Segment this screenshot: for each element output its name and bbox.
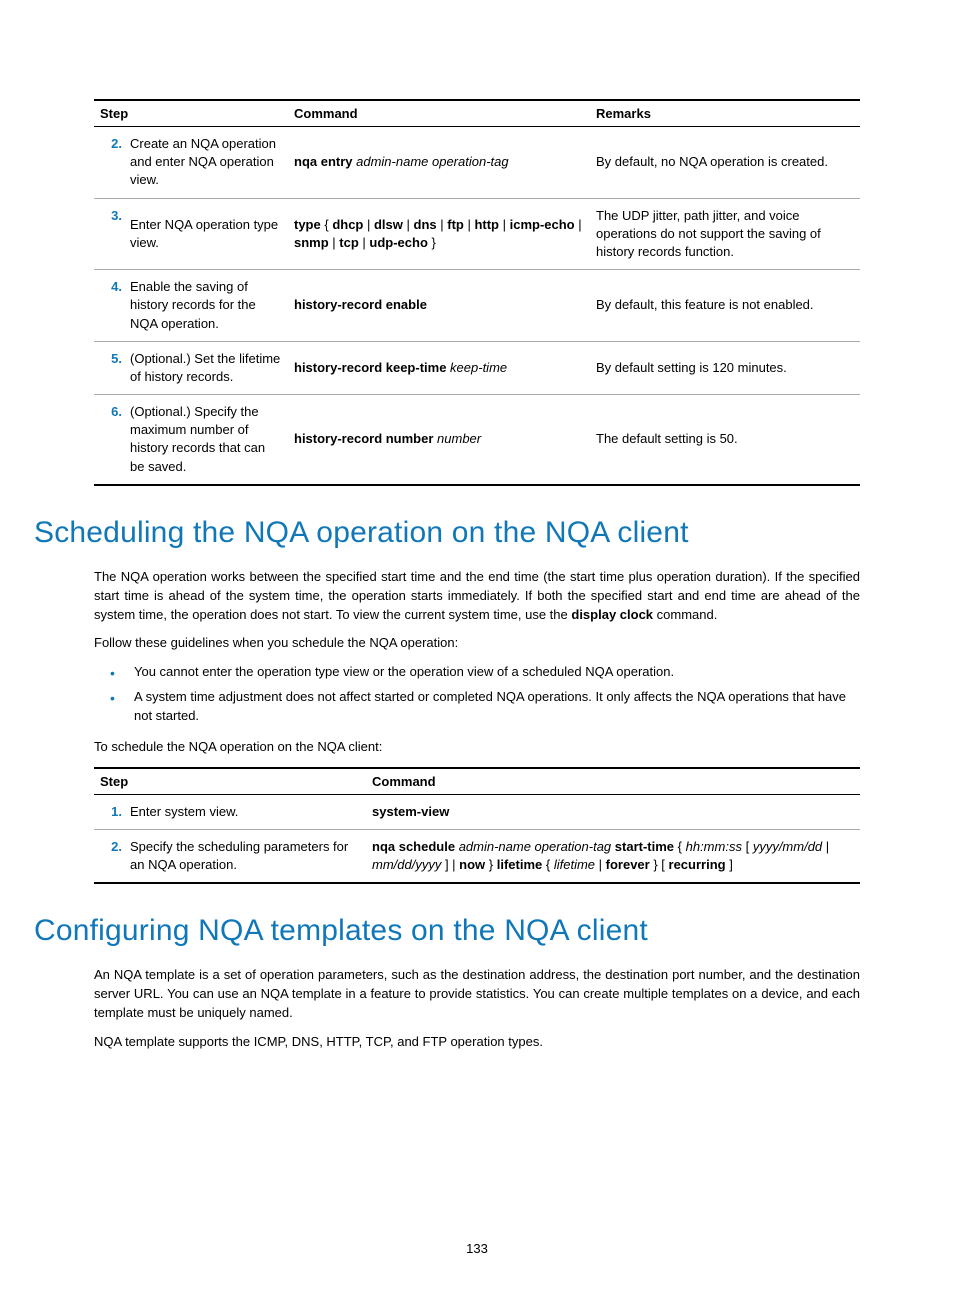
step-remarks: By default, this feature is not enabled. bbox=[590, 270, 860, 342]
col-header-step: Step bbox=[94, 100, 288, 127]
step-number: 1. bbox=[94, 794, 124, 829]
paragraph: Follow these guidelines when you schedul… bbox=[94, 634, 860, 653]
step-remarks: The default setting is 50. bbox=[590, 395, 860, 485]
step-number: 2. bbox=[94, 829, 124, 883]
step-description: Specify the scheduling parameters for an… bbox=[124, 829, 366, 883]
step-description: Enter system view. bbox=[124, 794, 366, 829]
step-command: system-view bbox=[366, 794, 860, 829]
step-description: Enable the saving of history records for… bbox=[124, 270, 288, 342]
history-records-table: Step Command Remarks 2. Create an NQA op… bbox=[94, 99, 860, 486]
paragraph: To schedule the NQA operation on the NQA… bbox=[94, 738, 860, 757]
table-row: 6. (Optional.) Specify the maximum numbe… bbox=[94, 395, 860, 485]
table-row: 5. (Optional.) Set the lifetime of histo… bbox=[94, 341, 860, 394]
col-header-command: Command bbox=[366, 768, 860, 795]
step-number: 5. bbox=[94, 341, 124, 394]
step-remarks: By default setting is 120 minutes. bbox=[590, 341, 860, 394]
step-remarks: The UDP jitter, path jitter, and voice o… bbox=[590, 198, 860, 270]
list-item: You cannot enter the operation type view… bbox=[94, 663, 860, 682]
schedule-table: Step Command 1. Enter system view. syste… bbox=[94, 767, 860, 885]
col-header-remarks: Remarks bbox=[590, 100, 860, 127]
table-row: 3. Enter NQA operation type view. type {… bbox=[94, 198, 860, 270]
step-description: Create an NQA operation and enter NQA op… bbox=[124, 127, 288, 199]
step-description: (Optional.) Set the lifetime of history … bbox=[124, 341, 288, 394]
step-number: 2. bbox=[94, 127, 124, 199]
page-number: 133 bbox=[0, 1241, 954, 1256]
col-header-command: Command bbox=[288, 100, 590, 127]
paragraph: An NQA template is a set of operation pa… bbox=[94, 966, 860, 1023]
step-command: type { dhcp | dlsw | dns | ftp | http | … bbox=[288, 198, 590, 270]
table-row: 1. Enter system view. system-view bbox=[94, 794, 860, 829]
step-number: 6. bbox=[94, 395, 124, 485]
col-header-step: Step bbox=[94, 768, 366, 795]
step-description: (Optional.) Specify the maximum number o… bbox=[124, 395, 288, 485]
step-command: nqa schedule admin-name operation-tag st… bbox=[366, 829, 860, 883]
table-row: 2. Create an NQA operation and enter NQA… bbox=[94, 127, 860, 199]
table-row: 4. Enable the saving of history records … bbox=[94, 270, 860, 342]
step-command: history-record number number bbox=[288, 395, 590, 485]
step-number: 4. bbox=[94, 270, 124, 342]
document-page: Step Command Remarks 2. Create an NQA op… bbox=[0, 0, 954, 1296]
list-item: A system time adjustment does not affect… bbox=[94, 688, 860, 726]
guidelines-list: You cannot enter the operation type view… bbox=[94, 663, 860, 726]
paragraph: The NQA operation works between the spec… bbox=[94, 568, 860, 625]
paragraph: NQA template supports the ICMP, DNS, HTT… bbox=[94, 1033, 860, 1052]
step-remarks: By default, no NQA operation is created. bbox=[590, 127, 860, 199]
step-command: history-record keep-time keep-time bbox=[288, 341, 590, 394]
table-row: 2. Specify the scheduling parameters for… bbox=[94, 829, 860, 883]
heading-scheduling: Scheduling the NQA operation on the NQA … bbox=[34, 516, 860, 550]
heading-templates: Configuring NQA templates on the NQA cli… bbox=[34, 914, 860, 948]
step-number: 3. bbox=[94, 198, 124, 270]
step-command: nqa entry admin-name operation-tag bbox=[288, 127, 590, 199]
step-command: history-record enable bbox=[288, 270, 590, 342]
step-description: Enter NQA operation type view. bbox=[124, 198, 288, 270]
